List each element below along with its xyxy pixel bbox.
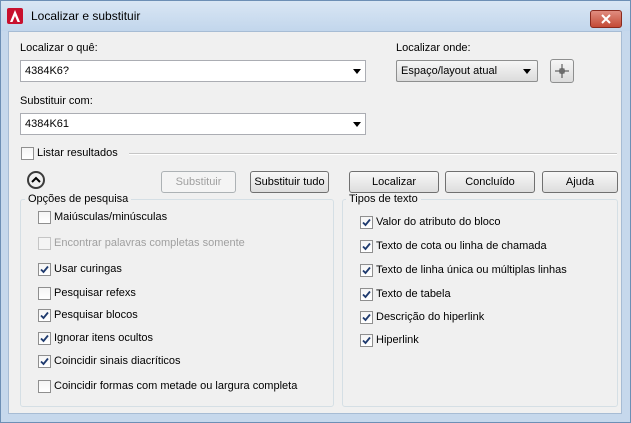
crosshair-icon bbox=[555, 64, 569, 78]
search-options-title: Opções de pesquisa bbox=[25, 193, 132, 205]
match-width-label: Coincidir formas com metade ou largura c… bbox=[54, 380, 298, 392]
hyperlink-checkbox[interactable] bbox=[360, 334, 373, 347]
chevron-down-icon[interactable] bbox=[523, 69, 531, 74]
text-types-group bbox=[342, 199, 618, 407]
whole-words-label: Encontrar palavras completas somente bbox=[54, 237, 245, 249]
dimension-text-checkbox[interactable] bbox=[360, 240, 373, 253]
checkmark-icon bbox=[40, 357, 49, 366]
dialog-title: Localizar e substituir bbox=[31, 9, 141, 23]
match-width-checkbox[interactable] bbox=[38, 380, 51, 393]
checkmark-icon bbox=[40, 334, 49, 343]
match-case-checkbox[interactable] bbox=[38, 211, 51, 224]
divider bbox=[129, 153, 617, 155]
close-x-icon bbox=[601, 14, 611, 24]
replace-all-button[interactable]: Substituir tudo bbox=[250, 171, 329, 193]
text-types-title: Tipos de texto bbox=[346, 193, 421, 205]
match-case-label: Maiúsculas/minúsculas bbox=[54, 211, 168, 223]
ignore-hidden-checkbox[interactable] bbox=[38, 332, 51, 345]
checkmark-icon bbox=[362, 242, 371, 251]
help-button[interactable]: Ajuda bbox=[542, 171, 618, 193]
hyperlink-label: Hiperlink bbox=[376, 334, 419, 346]
autocad-a-icon bbox=[7, 8, 23, 24]
title-bar[interactable]: Localizar e substituir bbox=[1, 1, 630, 31]
table-text-checkbox[interactable] bbox=[360, 288, 373, 301]
find-where-label: Localizar onde: bbox=[396, 42, 471, 54]
dialog-body: Localizar o quê: 4384K6? Localizar onde:… bbox=[8, 31, 622, 414]
block-attribute-checkbox[interactable] bbox=[360, 216, 373, 229]
chevron-down-icon[interactable] bbox=[353, 122, 361, 127]
checkmark-icon bbox=[362, 218, 371, 227]
find-what-value: 4384K6? bbox=[25, 65, 70, 77]
use-wildcards-checkbox[interactable] bbox=[38, 263, 51, 276]
done-button[interactable]: Concluído bbox=[445, 171, 535, 193]
block-attribute-label: Valor do atributo do bloco bbox=[376, 216, 501, 228]
find-what-label: Localizar o quê: bbox=[20, 42, 98, 54]
search-xrefs-label: Pesquisar refexs bbox=[54, 287, 136, 299]
find-what-combobox[interactable]: 4384K6? bbox=[20, 60, 366, 82]
replace-with-label: Substituir com: bbox=[20, 95, 93, 107]
list-results-checkbox[interactable] bbox=[21, 147, 34, 160]
find-replace-dialog: Localizar e substituir Localizar o quê: … bbox=[0, 0, 631, 423]
match-diacritics-checkbox[interactable] bbox=[38, 355, 51, 368]
single-multiline-text-label: Texto de linha única ou múltiplas linhas bbox=[376, 264, 567, 276]
find-button[interactable]: Localizar bbox=[349, 171, 439, 193]
replace-with-value: 4384K61 bbox=[25, 118, 70, 130]
find-where-value: Espaço/layout atual bbox=[401, 65, 498, 77]
single-multiline-text-checkbox[interactable] bbox=[360, 264, 373, 277]
use-wildcards-label: Usar curingas bbox=[54, 263, 122, 275]
checkmark-icon bbox=[362, 313, 371, 322]
list-results-label: Listar resultados bbox=[37, 147, 118, 159]
find-where-dropdown[interactable]: Espaço/layout atual bbox=[396, 60, 538, 82]
checkmark-icon bbox=[362, 266, 371, 275]
ignore-hidden-label: Ignorar itens ocultos bbox=[54, 332, 154, 344]
hyperlink-description-label: Descrição do hiperlink bbox=[376, 311, 485, 323]
select-objects-button[interactable] bbox=[550, 59, 574, 83]
collapse-options-button[interactable] bbox=[27, 171, 45, 189]
replace-button[interactable]: Substituir bbox=[161, 171, 236, 193]
search-options-group bbox=[20, 199, 334, 407]
checkmark-icon bbox=[362, 336, 371, 345]
chevron-up-icon bbox=[31, 176, 41, 183]
close-button[interactable] bbox=[590, 10, 622, 28]
chevron-down-icon[interactable] bbox=[353, 69, 361, 74]
match-diacritics-label: Coincidir sinais diacríticos bbox=[54, 355, 181, 367]
search-xrefs-checkbox[interactable] bbox=[38, 287, 51, 300]
search-blocks-checkbox[interactable] bbox=[38, 309, 51, 322]
dimension-text-label: Texto de cota ou linha de chamada bbox=[376, 240, 547, 252]
checkmark-icon bbox=[40, 311, 49, 320]
whole-words-checkbox[interactable] bbox=[38, 237, 51, 250]
replace-with-combobox[interactable]: 4384K61 bbox=[20, 113, 366, 135]
table-text-label: Texto de tabela bbox=[376, 288, 451, 300]
search-blocks-label: Pesquisar blocos bbox=[54, 309, 138, 321]
checkmark-icon bbox=[362, 290, 371, 299]
checkmark-icon bbox=[40, 265, 49, 274]
hyperlink-description-checkbox[interactable] bbox=[360, 311, 373, 324]
